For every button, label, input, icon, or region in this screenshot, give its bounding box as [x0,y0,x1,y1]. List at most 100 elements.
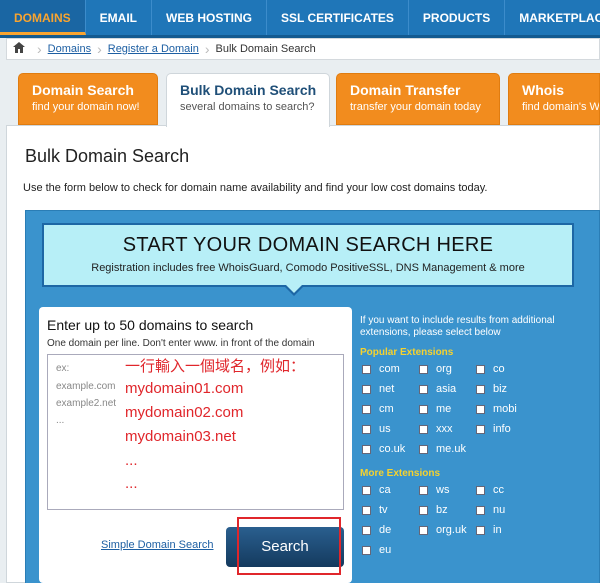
tab-domain-transfer[interactable]: Domain Transfer transfer your domain tod… [336,73,500,125]
placeholder-line: example2.net [56,398,117,409]
ext-org-uk[interactable]: org.uk [419,524,467,536]
tab-subtitle: find domain's W [522,101,600,113]
checkbox[interactable] [419,444,428,454]
chevron-right-icon: › [97,41,102,57]
annotation-example: mydomain03.net [125,428,236,445]
nav-ssl-certificates[interactable]: SSL CERTIFICATES [267,0,409,35]
ext-org[interactable]: org [419,363,452,375]
breadcrumb-register-domain[interactable]: Register a Domain [108,43,199,55]
checkbox[interactable] [362,525,371,535]
ext-nu[interactable]: nu [476,504,505,516]
tab-whois[interactable]: Whois find domain's W [508,73,600,125]
top-nav: DOMAINS EMAIL WEB HOSTING SSL CERTIFICAT… [0,0,600,38]
ext-in[interactable]: in [476,524,502,536]
ext-me-uk[interactable]: me.uk [419,443,466,455]
search-area: START YOUR DOMAIN SEARCH HERE Registrati… [25,210,600,583]
ext-asia[interactable]: asia [419,383,456,395]
checkbox[interactable] [362,424,371,434]
tab-subtitle: find your domain now! [32,101,140,113]
breadcrumb-current: Bulk Domain Search [215,43,316,55]
tab-title: Domain Transfer [350,82,461,98]
checkbox[interactable] [476,485,485,495]
checkbox[interactable] [362,545,371,555]
chevron-right-icon: › [37,41,42,57]
checkbox[interactable] [419,404,428,414]
home-icon[interactable] [7,42,31,56]
tab-subtitle: several domains to search? [180,101,315,113]
extensions-intro: If you want to include results from addi… [360,315,555,338]
ext-de[interactable]: de [362,524,391,536]
ext-ca[interactable]: ca [362,484,391,496]
ext-cm[interactable]: cm [362,403,394,415]
checkbox[interactable] [419,485,428,495]
checkbox[interactable] [476,505,485,515]
ext-cc[interactable]: cc [476,484,504,496]
checkbox[interactable] [419,384,428,394]
tab-domain-search[interactable]: Domain Search find your domain now! [18,73,158,125]
breadcrumb-domains[interactable]: Domains [48,43,91,55]
checkbox[interactable] [419,424,428,434]
checkbox[interactable] [362,485,371,495]
checkbox[interactable] [419,525,428,535]
ext-mobi[interactable]: mobi [476,403,517,415]
domains-textarea[interactable]: ex: example.com example2.net ... 一行輸入一個域… [47,354,344,510]
checkbox[interactable] [476,424,485,434]
nav-web-hosting[interactable]: WEB HOSTING [152,0,268,35]
ext-us[interactable]: us [362,423,391,435]
page-title: Bulk Domain Search [25,146,190,166]
checkbox[interactable] [419,505,428,515]
nav-marketplace[interactable]: MARKETPLACE [505,0,600,35]
ext-eu[interactable]: eu [362,544,391,556]
ext-me[interactable]: me [419,403,451,415]
ext-info[interactable]: info [476,423,511,435]
checkbox[interactable] [362,505,371,515]
ext-co-uk[interactable]: co.uk [362,443,405,455]
tab-title: Bulk Domain Search [180,82,317,98]
ext-bz[interactable]: bz [419,504,448,516]
annotation-example: mydomain01.com [125,380,244,397]
checkbox[interactable] [476,384,485,394]
ext-co[interactable]: co [476,363,505,375]
nav-email[interactable]: EMAIL [86,0,153,35]
ext-net[interactable]: net [362,383,394,395]
tab-title: Whois [522,82,564,98]
page-intro: Use the form below to check for domain n… [23,182,488,194]
nav-products[interactable]: PRODUCTS [409,0,506,35]
annotation-note: 一行輸入一個域名，例如： [125,358,306,375]
search-banner: START YOUR DOMAIN SEARCH HERE Registrati… [42,223,574,287]
chevron-right-icon: › [204,41,210,57]
ext-com[interactable]: com [362,363,400,375]
form-heading: Enter up to 50 domains to search [47,317,254,333]
checkbox[interactable] [362,444,371,454]
checkbox[interactable] [476,404,485,414]
ext-xxx[interactable]: xxx [419,423,453,435]
placeholder-line: example.com [56,381,116,392]
highlight-box [237,517,341,575]
checkbox[interactable] [362,384,371,394]
checkbox[interactable] [476,525,485,535]
nav-domains[interactable]: DOMAINS [0,0,86,35]
banner-heading: START YOUR DOMAIN SEARCH HERE [122,234,494,256]
placeholder-line: ... [56,415,65,426]
checkbox[interactable] [476,364,485,374]
annotation-ellipsis: ... [125,475,138,492]
tab-bulk-domain-search[interactable]: Bulk Domain Search several domains to se… [166,73,330,127]
simple-domain-search-link[interactable]: Simple Domain Search [101,539,214,551]
ext-tv[interactable]: tv [362,504,388,516]
annotation-example: mydomain02.com [125,404,244,421]
checkbox[interactable] [362,364,371,374]
tab-subtitle: transfer your domain today [350,101,481,113]
tab-title: Domain Search [32,82,134,98]
main-panel: Bulk Domain Search Use the form below to… [6,125,600,583]
placeholder-line: ex: [56,363,70,374]
bulk-search-form: Enter up to 50 domains to search One dom… [39,307,352,583]
breadcrumb: › Domains › Register a Domain › Bulk Dom… [6,38,600,60]
checkbox[interactable] [419,364,428,374]
ext-biz[interactable]: biz [476,383,507,395]
popular-extensions-heading: Popular Extensions [360,347,454,358]
banner-subtitle: Registration includes free WhoisGuard, C… [91,262,525,274]
checkbox[interactable] [362,404,371,414]
annotation-ellipsis: ... [125,452,138,469]
more-extensions-heading: More Extensions [360,468,441,479]
ext-ws[interactable]: ws [419,484,449,496]
